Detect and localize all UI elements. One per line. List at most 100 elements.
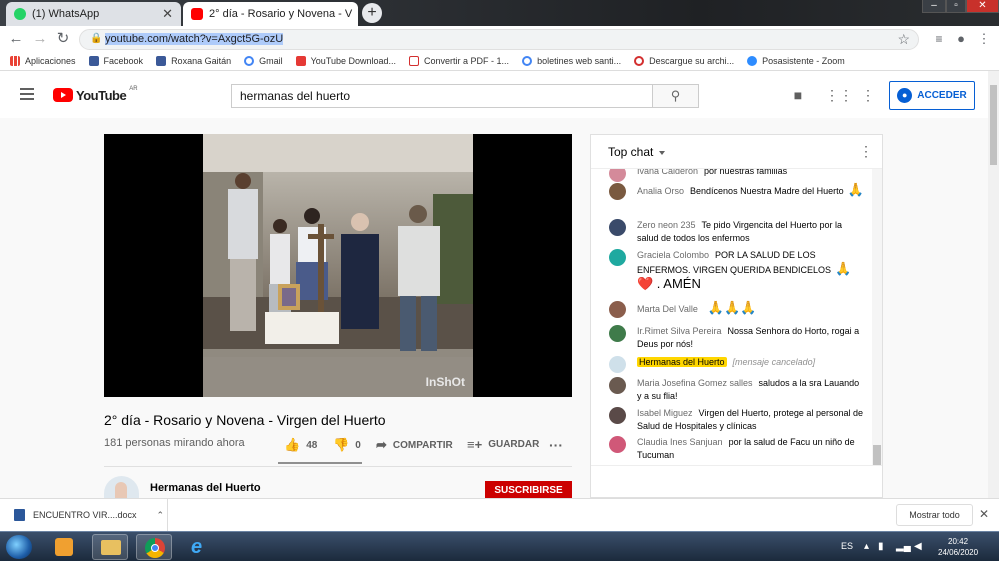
apps-grid-icon[interactable]: ⋮⋮ [825,87,853,103]
chat-author-name[interactable]: Maria Josefina Gomez salles [637,378,753,388]
chat-author-avatar[interactable] [609,325,626,342]
download-item[interactable]: ENCUENTRO VIR....docx ⌃ [0,499,168,531]
save-button[interactable]: ≡+ GUARDAR [467,437,539,452]
share-button[interactable]: ➦ COMPARTIR [376,437,453,453]
bookmark-boletines[interactable]: boletines web santi... [522,56,621,66]
address-bar[interactable]: 🔒 youtube.com/watch?v=Axgct5G-ozU ☆ [79,29,919,50]
youtube-header: YouTube AR hermanas del huerto ⚲ ■ ⋮⋮ ⋮ … [0,71,988,118]
minimize-button[interactable]: – [922,0,946,13]
chat-author-name[interactable]: Hermanas del Huerto [637,357,727,367]
chat-message-list[interactable]: Ivana Calderón por nuestras familias Anali… [591,169,871,465]
close-icon[interactable]: ✕ [979,507,989,521]
like-button[interactable]: 👍 48 [284,437,317,453]
close-tab-icon[interactable]: ✕ [162,6,173,22]
bookmark-youtube-download[interactable]: YouTube Download... [295,56,396,66]
chat-message[interactable]: Claudia Ines Sanjuan por la salud de Facu… [609,436,865,462]
page-scrollbar-thumb[interactable] [990,85,997,165]
show-hidden-icons-icon[interactable]: ▴ [864,541,869,552]
back-button[interactable]: ← [7,30,25,48]
forward-button[interactable]: → [31,30,49,48]
chat-author-avatar[interactable] [609,407,626,424]
chat-author-name[interactable]: Isabel Miguez [637,408,693,418]
media-queue-icon[interactable]: ≡ [930,30,948,48]
search-input[interactable]: hermanas del huerto [231,84,653,108]
share-arrow-icon: ➦ [376,437,387,452]
chat-message[interactable]: Ivana Calderón por nuestras familias [609,169,865,182]
chat-author-avatar[interactable] [609,377,626,394]
system-clock[interactable]: 20:42 24/06/2020 [938,536,978,558]
chat-author-avatar[interactable] [609,219,626,236]
chat-author-name[interactable]: Marta Del Valle [637,304,698,314]
bookmark-gmail[interactable]: Gmail [244,56,283,66]
chat-message[interactable]: Isabel Miguez Virgen del Huerto, protege … [609,407,865,433]
language-indicator[interactable]: ES [841,541,853,551]
maximize-button[interactable]: ▫ [946,0,966,13]
bookmark-descargue[interactable]: Descargue su archi... [634,56,734,66]
chat-author-avatar[interactable] [609,183,626,200]
chat-author-name[interactable]: Claudia Ines Sanjuan [637,437,723,447]
bookmark-star-icon[interactable]: ☆ [897,31,910,48]
chat-author-avatar[interactable] [609,301,626,318]
chat-message[interactable]: Graciela Colombo POR LA SALUD DE LOS ENFE… [609,249,865,292]
show-all-button[interactable]: Mostrar todo [896,504,973,526]
bookmark-zoom[interactable]: Posasistente - Zoom [747,56,845,66]
chat-scrollbar[interactable] [872,169,882,465]
bookmark-aplicaciones[interactable]: Aplicaciones [10,56,76,66]
bookmark-facebook[interactable]: Facebook [88,56,143,66]
chat-author-name[interactable]: Graciela Colombo [637,250,709,260]
chat-author-avatar[interactable] [609,436,626,453]
start-button[interactable] [6,535,32,559]
chat-mode-dropdown[interactable]: Top chat [608,145,653,159]
account-icon: ● [897,88,913,103]
browser-toolbar: ← → ↻ 🔒 youtube.com/watch?v=Axgct5G-ozU … [0,26,999,52]
chat-message[interactable]: Maria Josefina Gomez salles saludos a la … [609,377,865,403]
chat-message-body: Graciela Colombo POR LA SALUD DE LOS ENFE… [637,249,865,292]
internet-explorer-taskbar-icon[interactable]: e [182,534,218,560]
chevron-up-icon[interactable]: ⌃ [157,510,165,521]
create-video-icon[interactable]: ■ [790,87,806,103]
dislike-button[interactable]: 👎 0 [333,437,361,453]
subscribe-button[interactable]: SUSCRIBIRSE [485,481,572,498]
volume-icon[interactable]: ◀ [914,541,922,552]
reload-button[interactable]: ↻ [54,30,72,48]
chat-author-name[interactable]: Analia Orso [637,186,684,196]
search-button[interactable]: ⚲ [652,84,699,108]
new-tab-button[interactable]: + [362,3,382,23]
url-text[interactable]: youtube.com/watch?v=Axgct5G-ozU [105,33,284,45]
tab-whatsapp[interactable]: (1) WhatsApp ✕ [6,2,181,26]
sign-in-button[interactable]: ● ACCEDER [889,81,975,110]
media-player-taskbar-icon[interactable] [46,534,82,560]
hamburger-menu-icon[interactable] [20,88,34,100]
youtube-logo[interactable]: YouTube AR [53,86,138,103]
profile-icon[interactable]: ● [952,30,970,48]
close-window-button[interactable]: ✕ [966,0,999,13]
chat-message[interactable]: Ir.Rimet Silva Pereira Nossa Senhora do H… [609,325,865,351]
bookmark-convertir-pdf[interactable]: Convertir a PDF - 1... [409,56,509,66]
chat-author-avatar[interactable] [609,356,626,373]
more-actions-icon[interactable]: ··· [549,437,563,453]
bookmark-roxana-gaitan[interactable]: Roxana Gaitán [156,56,231,66]
chat-author-avatar[interactable] [609,249,626,266]
chat-author-avatar[interactable] [609,169,626,182]
chrome-taskbar-icon[interactable] [136,534,172,560]
signal-icon[interactable]: ▂▄ [896,541,911,552]
chat-author-name[interactable]: Zero neon 235 [637,220,696,230]
like-ratio-bar [278,462,362,464]
chevron-down-icon[interactable] [659,151,665,155]
tab-youtube-video[interactable]: 2° día - Rosario y Novena - V 🔈 ✕ [183,2,358,26]
chat-author-name[interactable]: Ir.Rimet Silva Pereira [637,326,722,336]
browser-menu-icon[interactable]: ⋮ [975,30,993,48]
network-icon[interactable]: ▮ [878,541,884,552]
chat-more-icon[interactable]: ⋮ [859,144,873,158]
chat-message[interactable]: Analia Orso Bendícenos Nuestra Madre del … [609,183,865,200]
channel-name[interactable]: Hermanas del Huerto [150,482,261,494]
chat-message[interactable]: Hermanas del Huerto [mensaje cancelado] [609,356,865,373]
chat-scrollbar-thumb[interactable] [873,445,881,465]
chat-message[interactable]: Marta Del Valle 🙏🙏🙏 [609,300,865,318]
settings-menu-icon[interactable]: ⋮ [860,87,876,103]
chat-emoji: 🙏🙏🙏 [707,300,757,315]
live-chat-panel: Top chat ⋮ Ivana Calderón por nuestras fa… [590,134,883,498]
file-explorer-taskbar-icon[interactable] [92,534,128,560]
chat-message[interactable]: Zero neon 235 Te pido Virgencita del Huer… [609,219,865,245]
chat-author-name[interactable]: Ivana Calderón [637,169,698,176]
